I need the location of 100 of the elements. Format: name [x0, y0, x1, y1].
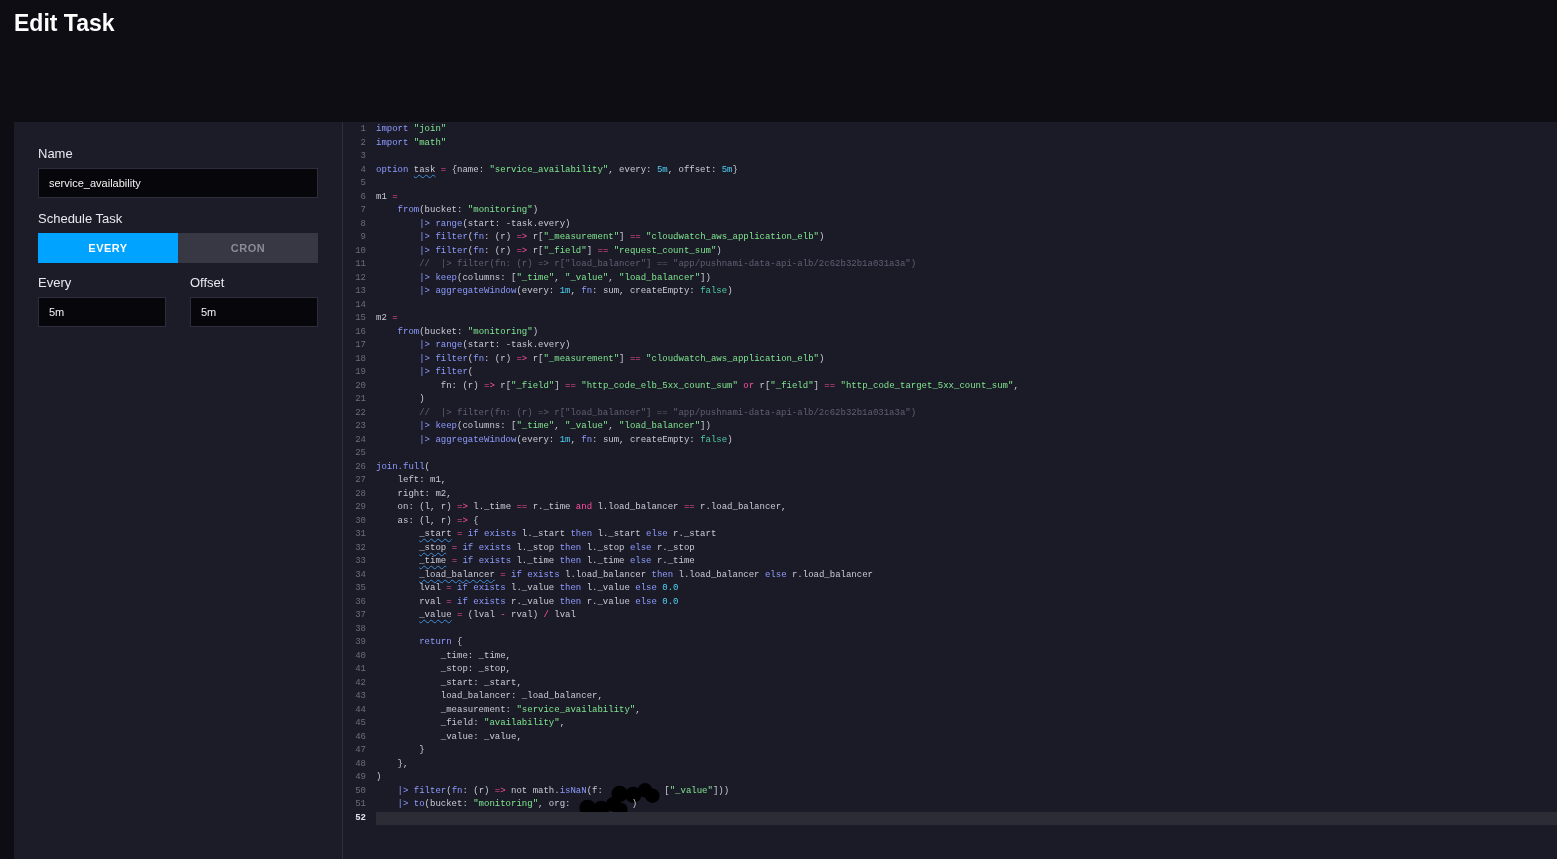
- code-token: if exists: [456, 582, 506, 595]
- code-token: _stop: _stop,: [439, 663, 512, 676]
- code-token: return: [418, 636, 452, 649]
- code-token: fn: [581, 433, 593, 447]
- code-token: {: [472, 514, 479, 528]
- line-number: 13: [354, 285, 367, 298]
- line-number: 14: [354, 298, 367, 312]
- code-token: and: [575, 501, 593, 514]
- code-token: "_field": [543, 244, 587, 258]
- code-token: {name:: [450, 163, 486, 177]
- code-token: (: [446, 784, 452, 798]
- line-number: 48: [354, 757, 367, 771]
- code-token: from: [396, 325, 420, 339]
- code-token: (: [467, 366, 474, 379]
- code-token: r[: [531, 244, 544, 258]
- code-token: (bucket:: [424, 798, 469, 811]
- line-number: 38: [354, 622, 367, 636]
- code-token: if exists: [510, 568, 560, 582]
- code-token: |> keep: [418, 420, 457, 433]
- code-token: false: [700, 433, 728, 447]
- line-number: 39: [354, 636, 367, 649]
- code-token: r._start: [672, 528, 717, 541]
- code-token: l._start: [520, 528, 567, 541]
- code-token: ,: [559, 717, 566, 730]
- code-token: r._time: [531, 501, 572, 514]
- code-token: rval: [418, 595, 442, 609]
- line-number: 31: [354, 528, 367, 541]
- code-token: "monitoring": [467, 325, 533, 339]
- code-token: r.load_balancer,: [699, 501, 787, 514]
- line-number: 49: [354, 771, 367, 784]
- code-token: , offset:: [667, 163, 718, 177]
- code-token: =>: [494, 784, 506, 798]
- code-token: fn: [473, 231, 485, 244]
- code-token: |> filter: [396, 784, 447, 798]
- line-number: 7: [359, 204, 367, 217]
- line-number: 17: [354, 339, 367, 352]
- code-token: ): [727, 433, 733, 447]
- line-number: 44: [354, 703, 367, 717]
- line-number: 29: [354, 501, 367, 514]
- code-token: |> range: [418, 217, 463, 231]
- code-token: then: [651, 568, 674, 582]
- code-token: l.load_balancer: [596, 501, 680, 514]
- code-token: ): [727, 285, 733, 298]
- code-token: }: [732, 163, 738, 177]
- code-token: lval: [418, 582, 442, 595]
- code-token: task: [413, 163, 436, 177]
- code-token: ])): [712, 784, 730, 798]
- code-token: (: [467, 244, 474, 258]
- code-token: "_time": [516, 271, 555, 285]
- code-token: l._time: [585, 555, 626, 568]
- line-number: 45: [354, 717, 367, 730]
- field-label: Every: [38, 275, 73, 290]
- code-token: (columns: [: [457, 420, 517, 433]
- code-token: _load_balancer: [418, 568, 495, 582]
- code-token: "join": [412, 123, 447, 136]
- code-token: "_value": [565, 420, 609, 433]
- code-token: (columns: [: [457, 271, 517, 285]
- line-number: 27: [354, 474, 367, 487]
- code-token: l._time: [472, 501, 513, 514]
- code-token: "service_availability": [489, 163, 609, 177]
- line-number: 33: [354, 555, 367, 568]
- line-number: 52: [354, 811, 367, 825]
- line-number: 25: [354, 447, 367, 460]
- offset-field[interactable]: 5m: [190, 297, 318, 327]
- line-number: 16: [354, 325, 367, 339]
- code-token: _value: [418, 609, 452, 622]
- code-token: ,: [1013, 379, 1019, 393]
- code-token: fn: [473, 244, 485, 258]
- code-token: |> filter: [418, 244, 468, 258]
- line-number: 34: [354, 568, 367, 582]
- name-field[interactable]: service_availability: [38, 168, 318, 198]
- code-token: then: [559, 541, 582, 555]
- line-number: 6: [359, 190, 367, 204]
- code-token: _time: _time,: [439, 649, 512, 663]
- code-token: fn: [451, 784, 463, 798]
- code-token: "cloudwatch_aws_application_elb": [645, 231, 819, 244]
- line-number: 9: [359, 231, 367, 244]
- every-field[interactable]: 5m: [38, 297, 166, 327]
- code-editor[interactable]: [342, 122, 1557, 859]
- line-number: 5: [359, 177, 367, 190]
- code-token: (every:: [516, 285, 556, 298]
- code-token: "cloudwatch_aws_application_elb": [645, 352, 819, 366]
- line-number: 32: [354, 541, 367, 555]
- code-token: "_field": [511, 379, 555, 393]
- code-token: "_value": [565, 271, 609, 285]
- code-token: join.full: [376, 460, 425, 474]
- code-token: r[: [531, 352, 544, 366]
- code-token: ==: [824, 379, 836, 393]
- code-token: , every:: [608, 163, 653, 177]
- code-token: ): [818, 352, 825, 366]
- code-token: "http_code_elb_5xx_count_sum": [580, 379, 738, 393]
- code-token: -: [500, 609, 506, 622]
- code-token: =>: [484, 379, 495, 393]
- code-token: =: [446, 595, 452, 609]
- code-token: (start: -task.every): [462, 217, 571, 231]
- line-number: 46: [354, 730, 367, 744]
- code-token: ]: [813, 379, 820, 393]
- code-token: as: (l, r): [396, 514, 453, 528]
- line-number: 11: [354, 258, 367, 271]
- line-number: 4: [359, 163, 367, 177]
